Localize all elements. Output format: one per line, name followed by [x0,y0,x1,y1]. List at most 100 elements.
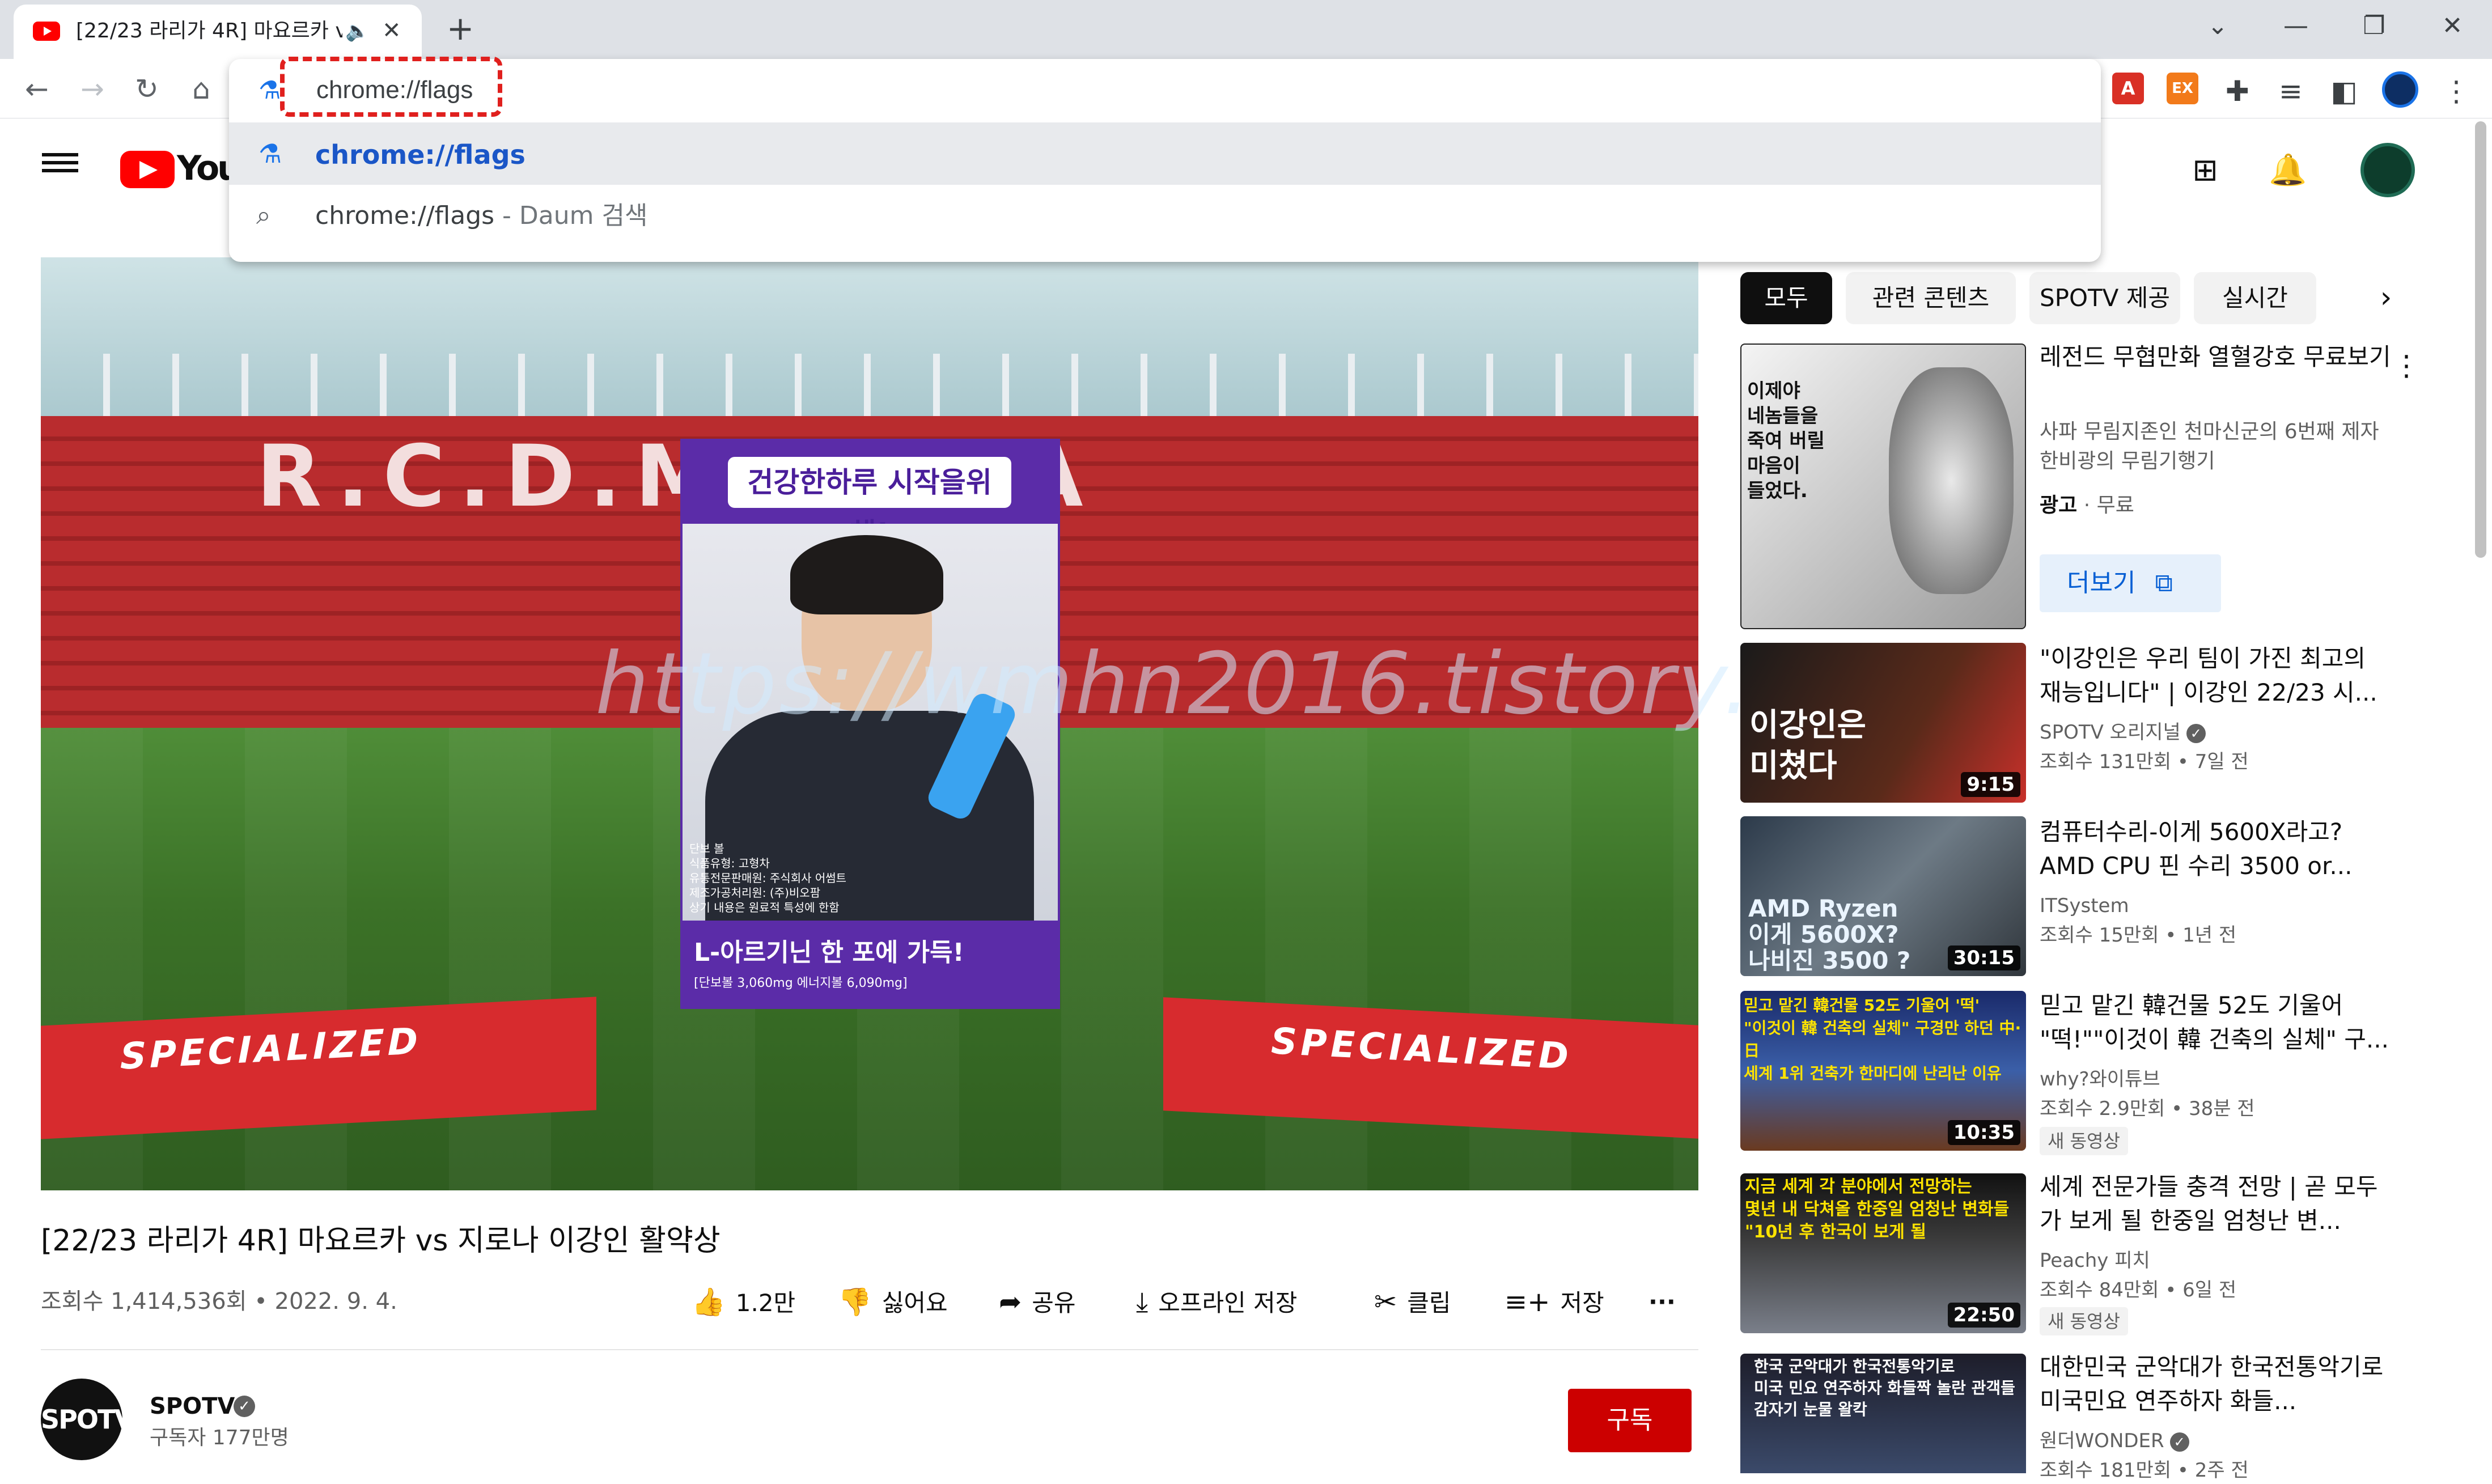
tab-close-icon[interactable]: ✕ [382,16,401,45]
video-meta: 조회수 84만회 • 6일 전 [2040,1279,2237,1301]
tab-title: [22/23 라리가 4R] 마요르카 vs 지로나 이강인 활약상 [76,19,342,43]
ad-label-bold: 광고 [2040,494,2078,517]
channel-link[interactable]: SPOTV 오리지널 ✓ [2040,719,2206,746]
channel-name[interactable]: SPOTV [150,1391,235,1422]
video-title-link[interactable]: 대한민국 군악대가 한국전통악기로 미국민요 연주하자 화들... [2040,1350,2391,1418]
hamburger-menu-icon[interactable] [42,149,78,185]
create-icon[interactable]: ⊞ [2184,149,2227,192]
channel-avatar[interactable]: SPOTV [41,1379,134,1460]
tab-search-icon[interactable]: ⌄ [2189,6,2246,46]
verified-check-icon: ✓ [234,1396,255,1417]
duration-badge: 9:15 [1961,772,2020,797]
side-panel-icon[interactable]: ◧ [2322,69,2366,113]
clip-button[interactable]: ✂ 클립 [1374,1282,1451,1322]
video-thumbnail[interactable]: AMD Ryzen 이게 5600X? 나비진 3500 ? 30:15 [1740,816,2026,976]
video-title-link[interactable]: 컴퓨터수리-이게 5600X라고? AMD CPU 핀 수리 3500 or..… [2040,815,2391,883]
page-scrollbar[interactable] [2475,121,2486,558]
like-button[interactable]: 👍 1.2만 [692,1282,795,1322]
chip-live[interactable]: 실시간 [2194,272,2316,324]
new-video-badge: 새 동영상 [2040,1127,2128,1155]
omnibox-suggestion-search[interactable]: ⌕ chrome://flags - Daum 검색 [229,185,2101,247]
ad-label: 광고 · 무료 [2040,491,2134,520]
video-thumbnail[interactable]: 이강인은 미쳤다 9:15 [1740,643,2026,803]
ad-fine-print: 단보 볼 식품유형: 고형차 유통전문판매원: 주식회사 어썸트 제조가공처리원… [689,842,847,914]
playlist-add-icon: ≡+ [1504,1286,1550,1318]
ad-thumbnail[interactable]: 이제야 네놈들을 죽여 버릴 마음이 들었다. [1740,344,2026,629]
chip-spotv[interactable]: SPOTV 제공 [2029,272,2180,324]
video-title-link[interactable]: 세계 전문가들 충격 전망 | 곧 모두가 보게 될 한중일 엄청난 변... [2040,1170,2391,1238]
channel-link[interactable]: ITSystem [2040,892,2129,919]
extensions-puzzle-icon[interactable]: ✚ [2215,69,2260,113]
ad-label-rest: · 무료 [2077,494,2134,517]
video-title-link[interactable]: 믿고 맡긴 韓건물 52도 기울어 "떡!""이것이 韓 건축의 실체" 구..… [2040,989,2391,1057]
video-thumbnail[interactable]: 한국 군악대가 한국전통악기로 미국 민요 연주하자 화들짝 놀란 관객들 감자… [1740,1354,2026,1473]
profile-avatar[interactable] [2382,71,2418,108]
home-icon[interactable]: ⌂ [179,67,223,111]
chrome-menu-icon[interactable]: ⋮ [2434,69,2478,113]
avatar[interactable] [2360,143,2415,197]
close-window-button[interactable]: ✕ [2424,6,2481,46]
duration-badge: 30:15 [1947,945,2020,970]
dislike-button[interactable]: 👎 싫어요 [838,1282,948,1322]
notifications-icon[interactable]: 🔔 [2266,149,2309,192]
new-tab-button[interactable]: + [442,8,478,49]
video-title: [22/23 라리가 4R] 마요르카 vs 지로나 이강인 활약상 [41,1224,721,1258]
save-label: 저장 [1560,1289,1604,1317]
like-count: 1.2만 [735,1289,796,1317]
thumb-text: 이강인은 미쳤다 [1749,707,1867,785]
omnibox-suggestion-url[interactable]: ⚗ chrome://flags [229,122,2101,185]
ad-footer: L-아르기닌 한 포에 가득! [단보볼 3,060mg 에너지볼 6,090m… [683,921,1058,1007]
watermark-text: https://wmhn2016.tistory.com [595,635,1942,733]
pdf-extension-icon[interactable]: A [2112,73,2144,104]
ex-extension-label: EX [2172,80,2193,97]
channel-label: SPOTV 오리지널 [2040,721,2181,744]
download-label: 오프라인 저장 [1158,1289,1298,1317]
media-control-icon[interactable]: ≡ [2269,69,2313,113]
new-video-badge: 새 동영상 [2040,1307,2128,1335]
youtube-logo-icon[interactable] [120,151,175,188]
save-button[interactable]: ≡+ 저장 [1504,1282,1604,1322]
suggestion-text: chrome://flags [315,139,525,170]
thumb-text: 지금 세계 각 분야에서 전망하는 몇년 내 닥쳐올 한중일 엄청난 변화들 "… [1745,1177,2010,1242]
chip-related[interactable]: 관련 콘텐츠 [1846,272,2016,324]
duration-badge: 10:35 [1947,1120,2020,1145]
subscriber-count: 구독자 177만명 [150,1426,289,1449]
restore-button[interactable]: ❐ [2346,6,2402,46]
address-bar-input[interactable] [315,71,2018,109]
channel-link[interactable]: why?와이튜브 [2040,1066,2160,1093]
share-button[interactable]: ➦ 공유 [999,1282,1076,1322]
channel-link[interactable]: Peachy 피치 [2040,1247,2150,1274]
ad-title[interactable]: 레전드 무협만화 열혈강호 무료보기 [2040,340,2391,374]
subscribe-button[interactable]: 구독 [1568,1389,1692,1452]
chevron-right-icon[interactable]: › [2366,278,2406,317]
more-actions-button[interactable]: ··· [1648,1282,1676,1322]
scissors-icon: ✂ [1374,1286,1397,1318]
clip-label: 클립 [1407,1289,1451,1317]
share-arrow-icon: ➦ [999,1286,1022,1318]
thumbs-down-icon: 👎 [838,1286,872,1318]
video-thumbnail[interactable]: 지금 세계 각 분야에서 전망하는 몇년 내 닥쳐올 한중일 엄청난 변화들 "… [1740,1173,2026,1333]
reload-icon[interactable]: ↻ [125,67,169,111]
browser-tab-active[interactable]: [22/23 라리가 4R] 마요르카 vs 지로나 이강인 활약상 🔈 ✕ [14,5,422,59]
download-button[interactable]: ⤓ 오프라인 저장 [1136,1282,1297,1322]
forward-arrow-icon[interactable]: → [70,67,115,111]
minimize-button[interactable]: — [2268,6,2324,46]
thumbs-up-icon: 👍 [692,1286,726,1318]
suggestion-engine: Daum 검색 [519,201,648,230]
verified-check-icon: ✓ [2186,723,2206,743]
flask-icon: ⚗ [258,138,282,169]
video-thumbnail[interactable]: 믿고 맡긴 韓건물 52도 기울어 '떡' "이것이 韓 건축의 실체" 구경만… [1740,991,2026,1151]
ad-options-icon[interactable]: ⋮ [2392,346,2421,385]
ex-extension-icon[interactable]: EX [2167,73,2198,104]
channel-link[interactable]: 원더WONDER ✓ [2040,1427,2189,1455]
thumb-text: AMD Ryzen 이게 5600X? 나비진 3500 ? [1748,894,1911,974]
video-title-link[interactable]: "이강인은 우리 팀이 가진 최고의 재능입니다" | 이강인 22/23 시.… [2040,642,2391,710]
speaker-icon[interactable]: 🔈 [345,17,369,45]
thumb-text: 한국 군악대가 한국전통악기로 미국 민요 연주하자 화들짝 놀란 관객들 감자… [1754,1357,2015,1419]
suggestion-separator: - [494,201,519,230]
back-arrow-icon[interactable]: ← [15,67,59,111]
suggestion-text: chrome://flags - Daum 검색 [315,200,647,232]
ad-more-button[interactable]: 더보기 ⧉ [2040,554,2221,612]
chip-all[interactable]: 모두 [1740,272,1832,324]
ad-description: 사파 무림지존인 천마신군의 6번째 제자 한비광의 무림기행기 [2040,420,2379,473]
